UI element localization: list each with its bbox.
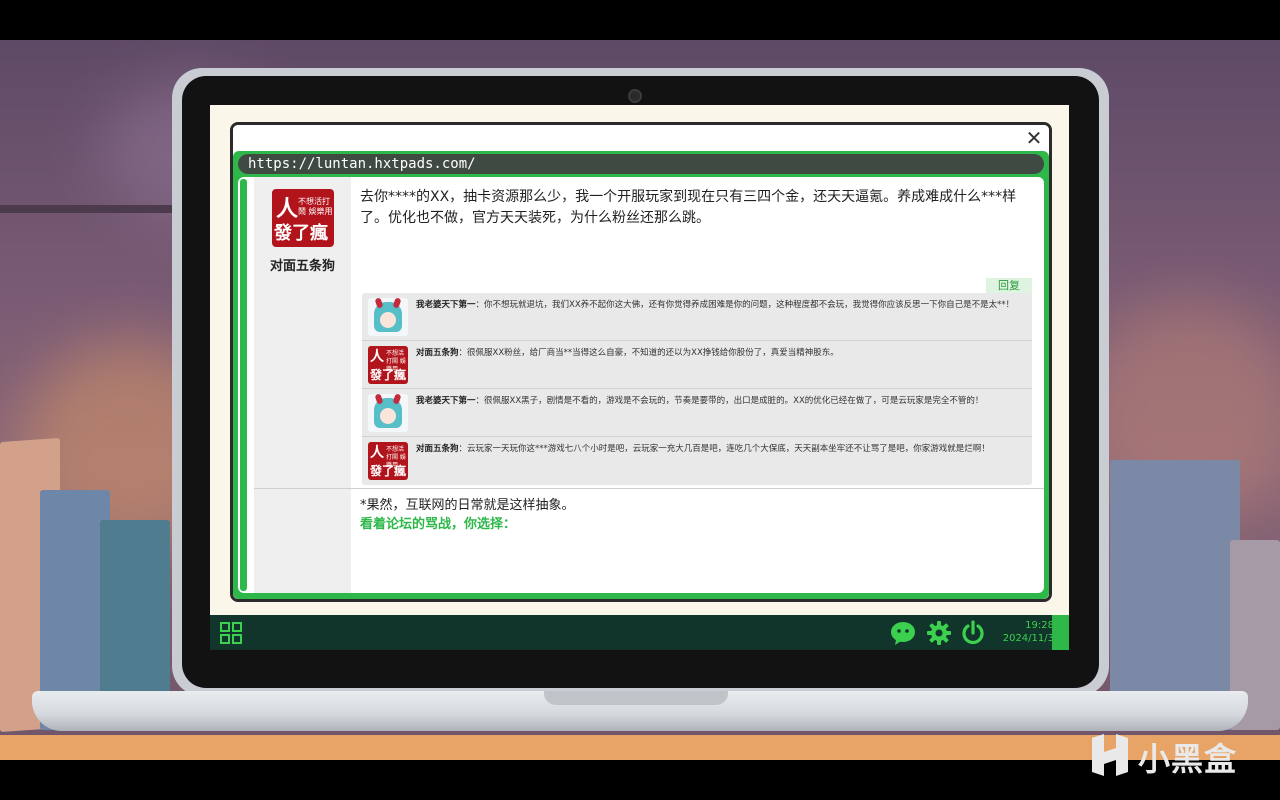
- clock-time: 19:28: [1025, 620, 1054, 631]
- comment-text: 对面五条狗：云玩家一天玩你这***游戏七八个小时是吧，云玩家一充大几百是吧，连吃…: [416, 444, 990, 454]
- forum-page: 人 不想活打鬧 娛樂用 發了瘋的人 对面五条狗 去你****的XX，抽卡资源那么…: [238, 177, 1044, 593]
- laptop-notch: [544, 691, 728, 705]
- post-author[interactable]: 对面五条狗: [254, 255, 351, 274]
- heybox-logo-icon: [1092, 734, 1128, 776]
- browser-window: ✕ https://luntan.hxtpads.com/ 人 不想活打鬧 娛樂…: [230, 122, 1052, 602]
- browser-titlebar: ✕: [233, 125, 1049, 153]
- comment-item: 人 不想活打鬧 娛樂用 發了瘋的人 对面五条狗：很佩服XX粉丝，给厂商当**当得…: [362, 341, 1032, 389]
- webcam: [628, 89, 642, 103]
- address-bar[interactable]: https://luntan.hxtpads.com/: [238, 154, 1044, 174]
- comment-text: 我老婆天下第一：你不想玩就退坑，我们XX养不起你这大佛，还有你觉得养成困难是你的…: [416, 300, 1015, 310]
- comment-author[interactable]: 我老婆天下第一: [416, 300, 476, 310]
- choice-prompt: 看着论坛的骂战，你选择：: [360, 517, 517, 532]
- taskbar: 19:28 2024/11/3: [210, 615, 1069, 650]
- avatar[interactable]: 人 不想活打鬧 娛樂用 發了瘋的人: [272, 189, 334, 247]
- avatar[interactable]: [368, 394, 408, 432]
- clock-date: 2024/11/3: [1002, 633, 1054, 644]
- show-desktop-button[interactable]: [1052, 615, 1069, 650]
- comment-text: 我老婆天下第一：很佩服XX黑子，剧情是不看的，游戏是不会玩的，节奏是要带的，出口…: [416, 396, 984, 406]
- comment-item: 我老婆天下第一：很佩服XX黑子，剧情是不看的，游戏是不会玩的，节奏是要带的，出口…: [362, 389, 1032, 437]
- gear-icon[interactable]: [926, 620, 952, 646]
- comment-item: 人 不想活打鬧 娛樂用 發了瘋的人 对面五条狗：云玩家一天玩你这***游戏七八个…: [362, 437, 1032, 485]
- author-column: 人 不想活打鬧 娛樂用 發了瘋的人 对面五条狗: [254, 177, 351, 593]
- post-body: 去你****的XX，抽卡资源那么少，我一个开服玩家到现在只有三四个金，还天天逼氪…: [360, 189, 1017, 226]
- comment-author[interactable]: 对面五条狗: [416, 444, 459, 454]
- close-button[interactable]: ✕: [1023, 127, 1045, 149]
- comment-author[interactable]: 我老婆天下第一: [416, 396, 476, 406]
- reply-button[interactable]: 回复: [986, 278, 1032, 294]
- divider: [254, 488, 1044, 489]
- browser-frame: https://luntan.hxtpads.com/ 人 不想活打鬧 娛樂用 …: [233, 151, 1049, 599]
- avatar[interactable]: 人 不想活打鬧 娛樂用 發了瘋的人: [368, 442, 408, 480]
- system-clock[interactable]: 19:28 2024/11/3: [988, 619, 1054, 645]
- comment-text: 对面五条狗：很佩服XX粉丝，给厂商当**当得这么自豪，不知道的还以为XX挣钱给你…: [416, 348, 839, 358]
- narration-text: *果然，互联网的日常就是这样抽象。: [360, 498, 575, 513]
- page-accent: [240, 179, 247, 591]
- laptop-screen: ✕ https://luntan.hxtpads.com/ 人 不想活打鬧 娛樂…: [210, 105, 1069, 650]
- power-icon[interactable]: [960, 620, 986, 646]
- comment-author[interactable]: 对面五条狗: [416, 348, 459, 358]
- comment-item: 我老婆天下第一：你不想玩就退坑，我们XX养不起你这大佛，还有你觉得养成困难是你的…: [362, 293, 1032, 341]
- windows-start-icon[interactable]: [220, 622, 242, 644]
- wechat-icon[interactable]: [890, 620, 916, 646]
- avatar[interactable]: [368, 298, 408, 336]
- avatar[interactable]: 人 不想活打鬧 娛樂用 發了瘋的人: [368, 346, 408, 384]
- watermark: 小黑盒: [1088, 732, 1258, 778]
- letterbox-top: [0, 0, 1280, 40]
- comment-list: 我老婆天下第一：你不想玩就退坑，我们XX养不起你这大佛，还有你觉得养成困难是你的…: [362, 293, 1032, 485]
